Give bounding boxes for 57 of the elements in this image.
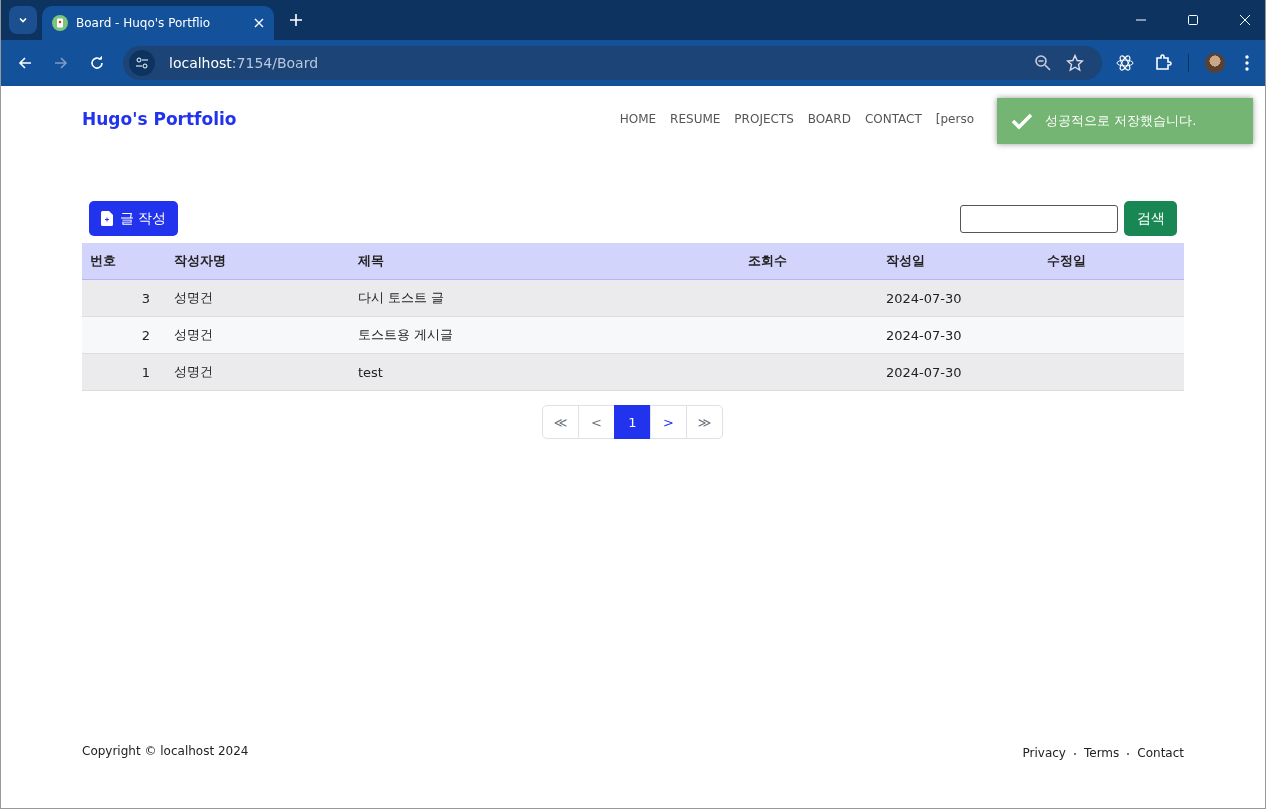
back-icon[interactable] bbox=[17, 55, 33, 71]
page-button[interactable]: > bbox=[650, 405, 687, 439]
table-cell: 다시 토스트 글 bbox=[350, 279, 740, 317]
extensions-icon[interactable] bbox=[1154, 54, 1172, 72]
table-cell: 성명건 bbox=[166, 353, 350, 391]
brand-link[interactable]: Hugo's Portfolio bbox=[82, 109, 237, 129]
column-header: 작성자명 bbox=[166, 243, 350, 280]
table-cell: 1 bbox=[82, 353, 166, 391]
column-header: 작성일 bbox=[878, 243, 1039, 280]
table-cell: test bbox=[350, 353, 740, 391]
table-cell: 2024-07-30 bbox=[878, 353, 1039, 391]
reload-icon[interactable] bbox=[89, 55, 105, 71]
copyright-text: Copyright © localhost 2024 bbox=[82, 744, 249, 758]
toast-message: 성공적으로 저장했습니다. bbox=[1045, 112, 1197, 130]
url-text: localhost:7154/Board bbox=[169, 55, 319, 71]
nav-link[interactable]: [perso bbox=[935, 112, 974, 126]
nav-link[interactable]: CONTACT bbox=[864, 112, 922, 126]
tab-search-button[interactable] bbox=[9, 6, 37, 34]
bookmark-star-icon[interactable] bbox=[1066, 54, 1084, 72]
maximize-icon[interactable] bbox=[1187, 14, 1199, 26]
table-cell: 토스트용 게시글 bbox=[350, 316, 740, 354]
write-post-button[interactable]: 글 작성 bbox=[89, 201, 179, 236]
address-bar[interactable]: localhost:7154/Board bbox=[123, 46, 1102, 80]
footer-link[interactable]: Privacy bbox=[1022, 746, 1066, 760]
favicon-icon bbox=[52, 15, 68, 31]
footer-link[interactable]: Terms bbox=[1083, 746, 1120, 760]
nav-link[interactable]: RESUME bbox=[670, 112, 721, 126]
table-cell: 3 bbox=[82, 279, 166, 317]
file-plus-icon bbox=[101, 211, 113, 226]
table-cell: 2 bbox=[82, 316, 166, 354]
column-header: 수정일 bbox=[1039, 243, 1184, 280]
forward-icon[interactable] bbox=[53, 55, 69, 71]
nav-link[interactable]: HOME bbox=[619, 112, 657, 126]
search-field[interactable] bbox=[960, 204, 1118, 233]
new-tab-icon[interactable] bbox=[290, 14, 302, 26]
column-header: 제목 bbox=[350, 243, 740, 280]
menu-icon[interactable] bbox=[1245, 55, 1249, 71]
search-button[interactable]: 검색 bbox=[1124, 201, 1177, 236]
nav-link[interactable]: PROJECTS bbox=[734, 112, 794, 126]
atom-icon[interactable] bbox=[1116, 54, 1134, 72]
page-button[interactable]: 1 bbox=[614, 405, 651, 439]
close-icon[interactable] bbox=[254, 18, 264, 28]
column-header: 번호 bbox=[82, 243, 166, 280]
zoom-out-icon[interactable] bbox=[1034, 54, 1052, 72]
checkmark-icon bbox=[1011, 112, 1033, 130]
close-window-icon[interactable] bbox=[1239, 14, 1251, 26]
tab-title: Board - Huqo's Portflio bbox=[76, 16, 212, 30]
nav-link[interactable]: BOARD bbox=[807, 112, 851, 126]
footer-link[interactable]: Contact bbox=[1137, 746, 1184, 760]
browser-tab[interactable]: Board - Huqo's Portflio bbox=[42, 6, 274, 40]
table-cell: 2024-07-30 bbox=[878, 279, 1039, 317]
profile-avatar[interactable] bbox=[1205, 53, 1225, 73]
column-header: 조회수 bbox=[740, 243, 878, 280]
site-info-icon[interactable] bbox=[129, 50, 155, 76]
table-cell: 성명건 bbox=[166, 279, 350, 317]
table-cell: 성명건 bbox=[166, 316, 350, 354]
table-cell: 2024-07-30 bbox=[878, 316, 1039, 354]
